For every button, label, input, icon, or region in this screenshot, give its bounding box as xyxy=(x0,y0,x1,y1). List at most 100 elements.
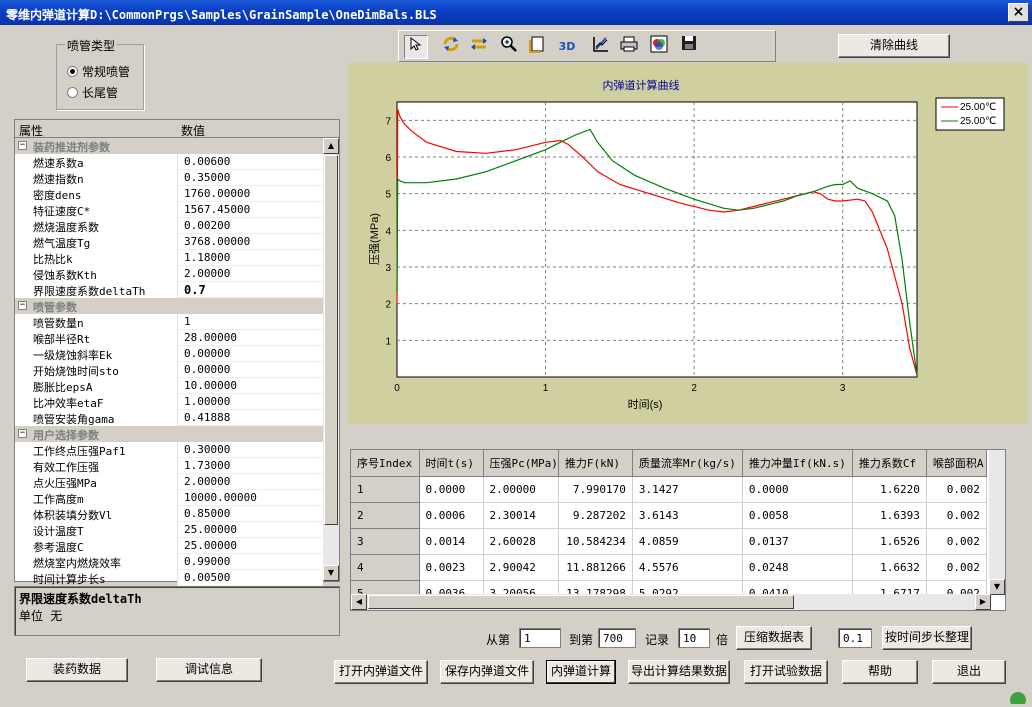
column-header[interactable]: 喉部面积A xyxy=(926,450,987,477)
property-row[interactable]: 燃速指数n 0.35000 xyxy=(15,170,323,186)
radio-long-tail-nozzle[interactable]: 长尾管 xyxy=(67,84,118,101)
property-value[interactable]: 0.00500 xyxy=(177,570,323,586)
property-row[interactable]: 燃烧室内燃烧效率 0.99000 xyxy=(15,554,323,570)
property-row[interactable]: 燃烧温度系数 0.00200 xyxy=(15,218,323,234)
property-value[interactable]: 1567.45000 xyxy=(177,202,323,218)
property-row[interactable]: 比冲效率etaF 1.00000 xyxy=(15,394,323,410)
clear-curves-button[interactable]: 清除曲线 xyxy=(838,34,950,58)
pan-icon[interactable] xyxy=(467,35,491,59)
property-value[interactable]: 1 xyxy=(177,314,323,330)
scroll-left-icon[interactable]: ◀ xyxy=(351,594,367,610)
property-row[interactable]: 工作高度m 10000.00000 xyxy=(15,490,323,506)
print-icon[interactable] xyxy=(617,35,641,59)
column-header[interactable]: 质量流率Mr(kg/s) xyxy=(632,450,743,477)
open-ballistics-file-button[interactable]: 打开内弹道文件 xyxy=(334,660,428,684)
property-row[interactable]: 燃速系数a 0.00600 xyxy=(15,154,323,170)
property-value[interactable]: 0.00200 xyxy=(177,218,323,234)
property-row[interactable]: 喷管安装角gama 0.41888 xyxy=(15,410,323,426)
property-value[interactable]: 0.30000 xyxy=(177,442,323,458)
save-icon[interactable] xyxy=(677,35,701,59)
chart-edit-icon[interactable] xyxy=(589,35,613,59)
property-row[interactable]: 一级烧蚀斜率Ek 0.00000 xyxy=(15,346,323,362)
to-input[interactable]: 700 xyxy=(598,628,636,648)
property-value[interactable]: 2.00000 xyxy=(177,266,323,282)
table-row[interactable]: 4 0.0023 2.90042 11.881266 4.5576 0.0248 1.663… xyxy=(351,554,987,581)
collapse-icon[interactable]: − xyxy=(18,301,27,310)
table-horizontal-scrollbar[interactable]: ◀ ▶ xyxy=(351,594,991,610)
property-row[interactable]: 设计温度T 25.00000 xyxy=(15,522,323,538)
column-header[interactable]: 推力系数Cf xyxy=(852,450,927,477)
property-value[interactable]: 0.99000 xyxy=(177,554,323,570)
palette-icon[interactable] xyxy=(647,35,671,59)
property-grid-scrollbar[interactable]: ▲ ▼ xyxy=(323,138,339,581)
table-vertical-scrollbar[interactable]: ▼ xyxy=(989,450,1005,595)
property-value[interactable]: 0.00000 xyxy=(177,362,323,378)
property-row[interactable]: 喉部半径Rt 28.00000 xyxy=(15,330,323,346)
property-category[interactable]: − 喷管参数 xyxy=(15,298,323,314)
time-step-input[interactable]: 0.1 xyxy=(838,628,872,648)
property-row[interactable]: 燃气温度Tg 3768.00000 xyxy=(15,234,323,250)
property-row[interactable]: 点火压强MPa 2.00000 xyxy=(15,474,323,490)
property-row[interactable]: 特征速度C* 1567.45000 xyxy=(15,202,323,218)
save-ballistics-file-button[interactable]: 保存内弹道文件 xyxy=(440,660,534,684)
property-row[interactable]: 时间计算步长s 0.00500 xyxy=(15,570,323,586)
table-row[interactable]: 5 0.0036 3.20056 13.178298 5.0292 0.0410 1.671… xyxy=(351,580,987,595)
property-value[interactable]: 0.00600 xyxy=(177,154,323,170)
open-test-data-button[interactable]: 打开试验数据 xyxy=(744,660,828,684)
scroll-up-icon[interactable]: ▲ xyxy=(323,138,339,154)
property-row[interactable]: 喷管数量n 1 xyxy=(15,314,323,330)
help-button[interactable]: 帮助 xyxy=(842,660,918,684)
property-value[interactable]: 1.00000 xyxy=(177,394,323,410)
property-value[interactable]: 0.00000 xyxy=(177,346,323,362)
property-grid[interactable]: 属性 数值 − 装药推进剂参数 燃速系数a 0.00600 燃速指数n 0.35000 密度… xyxy=(14,119,340,586)
rotate-icon[interactable] xyxy=(439,35,463,59)
property-category[interactable]: − 装药推进剂参数 xyxy=(15,138,323,154)
export-results-button[interactable]: 导出计算结果数据 xyxy=(628,660,730,684)
scroll-down-icon[interactable]: ▼ xyxy=(323,565,339,581)
table-row[interactable]: 1 0.0000 2.00000 7.990170 3.1427 0.0000 1.6220… xyxy=(351,476,987,503)
property-value[interactable]: 1.73000 xyxy=(177,458,323,474)
property-value[interactable]: 10.00000 xyxy=(177,378,323,394)
property-value[interactable]: 0.7 xyxy=(177,282,323,298)
page-icon[interactable] xyxy=(525,35,549,59)
grain-data-button[interactable]: 装药数据 xyxy=(26,658,128,682)
radio-conventional-nozzle[interactable]: 常规喷管 xyxy=(67,63,130,80)
property-value[interactable]: 1760.00000 xyxy=(177,186,323,202)
property-row[interactable]: 界限速度系数deltaTh 0.7 xyxy=(15,282,323,298)
exit-button[interactable]: 退出 xyxy=(932,660,1006,684)
property-value[interactable]: 0.35000 xyxy=(177,170,323,186)
from-input[interactable]: 1 xyxy=(519,628,561,648)
collapse-icon[interactable]: − xyxy=(18,429,27,438)
property-value[interactable]: 3768.00000 xyxy=(177,234,323,250)
property-row[interactable]: 比热比k 1.18000 xyxy=(15,250,323,266)
property-value[interactable]: 10000.00000 xyxy=(177,490,323,506)
property-value[interactable]: 0.41888 xyxy=(177,410,323,426)
column-header[interactable]: 时间t(s) xyxy=(419,450,484,477)
property-value[interactable]: 0.85000 xyxy=(177,506,323,522)
3d-icon[interactable]: 3D xyxy=(555,35,579,59)
property-row[interactable]: 开始烧蚀时间sto 0.00000 xyxy=(15,362,323,378)
column-header[interactable]: 推力冲量If(kN.s) xyxy=(742,450,853,477)
close-button[interactable]: × xyxy=(1008,3,1029,22)
property-row[interactable]: 参考温度C 25.00000 xyxy=(15,538,323,554)
property-row[interactable]: 膨胀比epsA 10.00000 xyxy=(15,378,323,394)
arrange-by-step-button[interactable]: 按时间步长整理 xyxy=(882,626,972,650)
column-header[interactable]: 序号Index xyxy=(351,450,420,477)
table-row[interactable]: 3 0.0014 2.60028 10.584234 4.0859 0.0137 1.652… xyxy=(351,528,987,555)
compress-table-button[interactable]: 压缩数据表 xyxy=(736,626,812,650)
scroll-thumb[interactable] xyxy=(368,595,794,609)
property-value[interactable]: 25.00000 xyxy=(177,522,323,538)
property-row[interactable]: 密度dens 1760.00000 xyxy=(15,186,323,202)
property-row[interactable]: 有效工作压强 1.73000 xyxy=(15,458,323,474)
property-row[interactable]: 工作终点压强Paf1 0.30000 xyxy=(15,442,323,458)
factor-input[interactable]: 10 xyxy=(678,628,710,648)
scroll-thumb[interactable] xyxy=(324,155,338,525)
property-value[interactable]: 28.00000 xyxy=(177,330,323,346)
property-category[interactable]: − 用户选择参数 xyxy=(15,426,323,442)
property-row[interactable]: 体积装填分数Vl 0.85000 xyxy=(15,506,323,522)
table-row[interactable]: 2 0.0006 2.30014 9.287202 3.6143 0.0058 1.6393… xyxy=(351,502,987,529)
collapse-icon[interactable]: − xyxy=(18,141,27,150)
property-value[interactable]: 2.00000 xyxy=(177,474,323,490)
column-header[interactable]: 推力F(kN) xyxy=(558,450,633,477)
property-value[interactable]: 25.00000 xyxy=(177,538,323,554)
